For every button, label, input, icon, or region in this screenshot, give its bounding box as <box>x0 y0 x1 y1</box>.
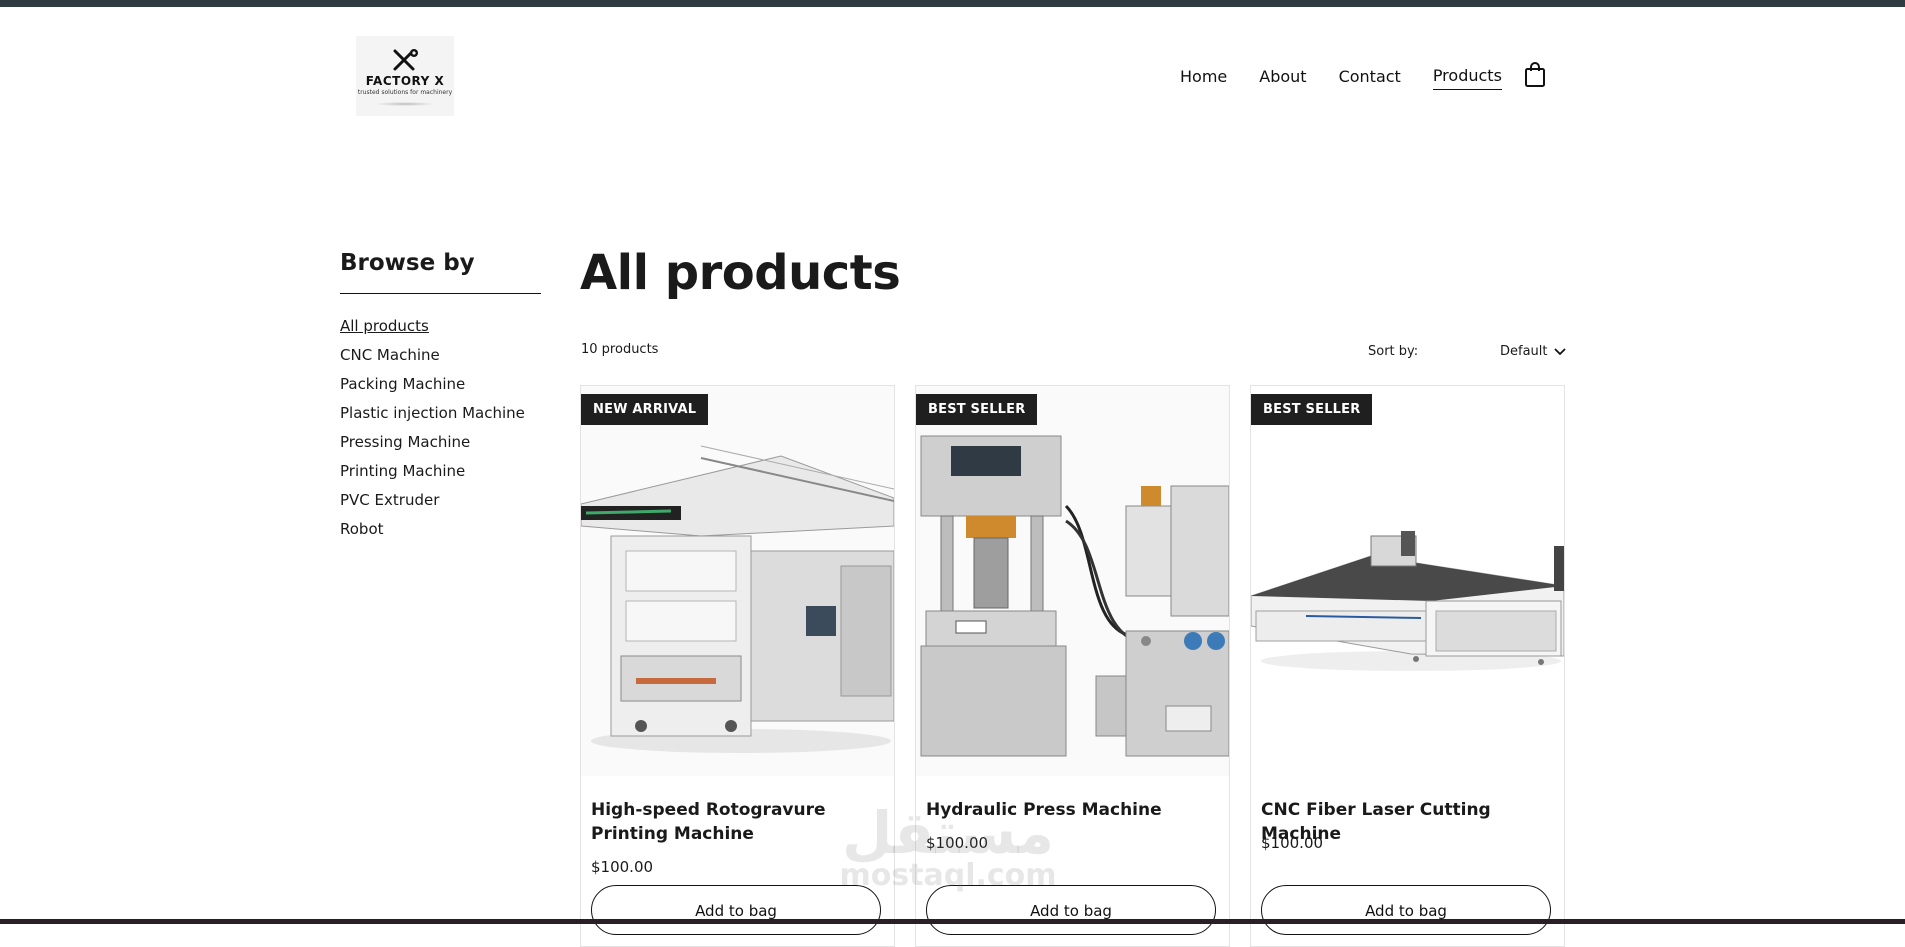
top-accent-bar <box>0 0 1905 7</box>
category-list: All products CNC Machine Packing Machine… <box>340 312 525 544</box>
category-all-products[interactable]: All products <box>340 312 525 341</box>
product-name[interactable]: High-speed Rotogravure Printing Machine <box>591 798 887 846</box>
product-image-hydraulic-press[interactable] <box>916 386 1229 776</box>
product-name[interactable]: Hydraulic Press Machine <box>926 798 1222 822</box>
sort-label: Sort by: <box>1368 344 1419 359</box>
add-to-bag-button[interactable]: Add to bag <box>591 885 881 935</box>
factory-x-logo[interactable]: FACTORY X trusted solutions for machiner… <box>356 36 454 116</box>
add-to-bag-button[interactable]: Add to bag <box>1261 885 1551 935</box>
category-plastic-injection-machine[interactable]: Plastic injection Machine <box>340 399 525 428</box>
bottom-edge-bar <box>0 919 1905 924</box>
product-card[interactable]: BEST SELLER CNC Fiber Laser Cutting Mach… <box>1250 385 1565 947</box>
nav-contact[interactable]: Contact <box>1339 67 1401 90</box>
category-pvc-extruder[interactable]: PVC Extruder <box>340 486 525 515</box>
main-nav: Home About Contact Products <box>1180 66 1502 90</box>
category-robot[interactable]: Robot <box>340 515 525 544</box>
category-pressing-machine[interactable]: Pressing Machine <box>340 428 525 457</box>
page-title: All products <box>580 245 901 301</box>
product-card[interactable]: NEW ARRIVAL High-speed Rotogravure Print… <box>580 385 895 947</box>
category-cnc-machine[interactable]: CNC Machine <box>340 341 525 370</box>
nav-about[interactable]: About <box>1259 67 1306 90</box>
shopping-bag-icon[interactable] <box>1524 62 1546 88</box>
badge-new-arrival: NEW ARRIVAL <box>581 394 709 425</box>
badge-best-seller: BEST SELLER <box>916 394 1038 425</box>
product-image-cnc-fiber-laser[interactable] <box>1251 386 1564 776</box>
logo-tagline: trusted solutions for machinery <box>357 88 453 96</box>
browse-divider <box>340 293 541 294</box>
category-packing-machine[interactable]: Packing Machine <box>340 370 525 399</box>
badge-best-seller: BEST SELLER <box>1251 394 1373 425</box>
chevron-down-icon <box>1553 347 1566 355</box>
category-printing-machine[interactable]: Printing Machine <box>340 457 525 486</box>
sort-dropdown[interactable]: Default <box>1500 344 1566 359</box>
wrench-gear-icon <box>393 48 418 70</box>
product-card[interactable]: BEST SELLER Hydraulic Press Machine $100… <box>915 385 1230 947</box>
product-price: $100.00 <box>926 834 989 852</box>
product-price: $100.00 <box>591 858 654 876</box>
product-count: 10 products <box>581 342 659 357</box>
browse-by-title: Browse by <box>340 250 475 276</box>
product-price: $100.00 <box>1261 834 1324 852</box>
nav-home[interactable]: Home <box>1180 67 1227 90</box>
nav-products[interactable]: Products <box>1432 66 1502 90</box>
logo-shadow <box>375 101 435 106</box>
add-to-bag-button[interactable]: Add to bag <box>926 885 1216 935</box>
logo-name: FACTORY X <box>365 73 445 88</box>
product-image-rotogravure-printing[interactable] <box>581 386 894 776</box>
sort-value: Default <box>1500 344 1548 359</box>
